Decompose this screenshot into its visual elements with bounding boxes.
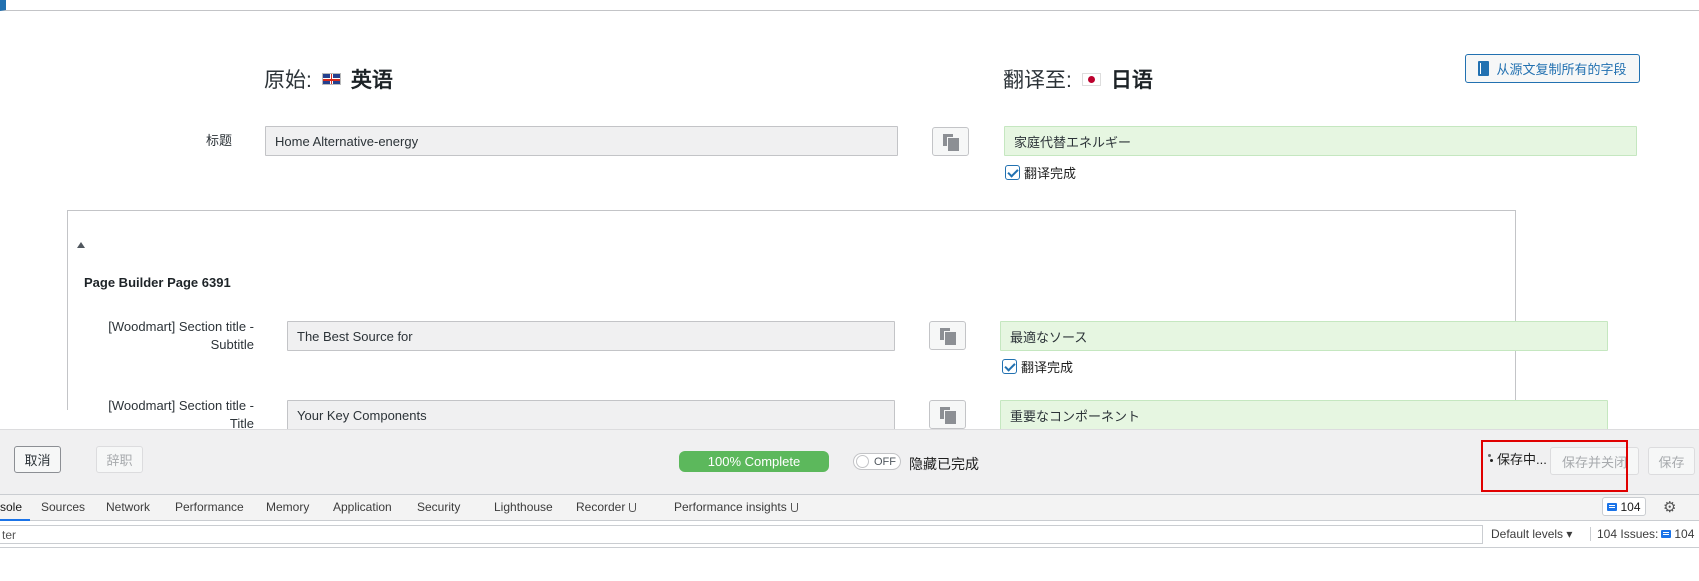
target-prefix: 翻译至:: [1003, 69, 1072, 92]
devtools-tab-recorder[interactable]: Recorder: [576, 500, 637, 514]
progress-bar: 100% Complete: [679, 451, 829, 472]
title2-translation-input[interactable]: 重要なコンポーネント: [1000, 400, 1608, 430]
message-icon: [1607, 502, 1618, 511]
issues-badge-count: 104: [1620, 499, 1641, 514]
recorder-tab-label: Recorder: [576, 500, 626, 514]
target-language-name: 日语: [1110, 69, 1153, 92]
action-bar: [0, 429, 1699, 494]
title2-source-field: Your Key Components: [287, 400, 895, 430]
devtools-tab-console[interactable]: sole: [0, 500, 22, 514]
hide-completed-label: 隐藏已完成: [909, 456, 979, 472]
save-button[interactable]: 保存: [1648, 447, 1695, 475]
devtools-tab-strip: [0, 494, 1699, 521]
highlight-box: [1481, 440, 1628, 492]
title2-label-line1: [Woodmart] Section title -: [108, 398, 254, 413]
title-translation-input[interactable]: 家庭代替エネルギー: [1004, 126, 1637, 156]
issues-count-value: 104: [1674, 527, 1695, 541]
devtools-tab-lighthouse[interactable]: Lighthouse: [494, 500, 553, 514]
book-icon: [1478, 61, 1490, 76]
devtools-tab-application[interactable]: Application: [333, 500, 392, 514]
devtools-tab-performance-insights[interactable]: Performance insights: [674, 500, 798, 514]
page-builder-section: [67, 210, 1516, 410]
devtools-tab-memory[interactable]: Memory: [266, 500, 309, 514]
subtitle-source-field: The Best Source for: [287, 321, 895, 351]
devtools-tab-sources[interactable]: Sources: [41, 500, 85, 514]
copy-subtitle-button[interactable]: [929, 321, 966, 350]
settings-gear-icon[interactable]: ⚙: [1663, 498, 1676, 516]
section-title: Page Builder Page 6391: [84, 275, 231, 290]
devtools-tab-security[interactable]: Security: [417, 500, 460, 514]
issues-count-label: 104 Issues:: [1597, 527, 1659, 541]
issues-badge[interactable]: 104: [1602, 497, 1646, 516]
toggle-state-label: OFF: [874, 455, 896, 468]
hide-completed-toggle[interactable]: OFF: [853, 453, 901, 470]
subtitle-field-label: [Woodmart] Section title - Subtitle: [80, 318, 254, 354]
message-icon: [1661, 530, 1672, 538]
subtitle-translation-input[interactable]: 最適なソース: [1000, 321, 1608, 351]
title-done-checkbox-row[interactable]: 翻译完成: [1005, 163, 1076, 182]
copy-icon: [939, 327, 956, 345]
target-language-header: 翻译至: 日语: [1003, 64, 1153, 94]
uk-flag-icon: [321, 73, 341, 85]
subtitle-done-checkbox-row[interactable]: 翻译完成: [1002, 357, 1073, 376]
japan-flag-icon: [1081, 72, 1101, 86]
default-levels-dropdown[interactable]: Default levels ▾: [1491, 527, 1572, 541]
resign-button[interactable]: 辞职: [96, 446, 143, 473]
title-source-field: Home Alternative-energy: [265, 126, 898, 156]
flask-icon: [790, 503, 798, 512]
copy-all-label: 从源文复制所有的字段: [1496, 62, 1627, 77]
source-language-header: 原始: 英语: [264, 64, 393, 94]
copy-icon: [942, 133, 959, 151]
subtitle-done-checkbox[interactable]: [1002, 359, 1017, 374]
title-done-label: 翻译完成: [1024, 166, 1077, 181]
toggle-knob: [856, 455, 869, 468]
issues-count[interactable]: 104 Issues: 104: [1590, 527, 1694, 541]
flask-icon: [629, 503, 637, 512]
copy-icon: [939, 406, 956, 424]
cancel-button[interactable]: 取消: [14, 446, 61, 473]
performance-insights-tab-label: Performance insights: [674, 500, 787, 514]
copy-title2-button[interactable]: [929, 400, 966, 429]
devtools-tab-network[interactable]: Network: [106, 500, 150, 514]
subtitle-done-label: 翻译完成: [1021, 360, 1074, 375]
top-frame: [0, 0, 1699, 11]
copy-all-fields-button[interactable]: 从源文复制所有的字段: [1465, 54, 1640, 83]
title2-field-label: [Woodmart] Section title - Title: [80, 397, 254, 433]
source-prefix: 原始:: [264, 69, 312, 92]
subtitle-label-line1: [Woodmart] Section title -: [108, 319, 254, 334]
source-language-name: 英语: [350, 69, 393, 92]
title-field-label: 标题: [205, 133, 232, 148]
title-done-checkbox[interactable]: [1005, 165, 1020, 180]
copy-title-button[interactable]: [932, 127, 969, 156]
console-filter-input[interactable]: ter: [0, 525, 1483, 544]
subtitle-label-line2: Subtitle: [210, 337, 254, 352]
collapse-toggle-icon[interactable]: [77, 242, 85, 248]
devtools-tab-performance[interactable]: Performance: [175, 500, 244, 514]
